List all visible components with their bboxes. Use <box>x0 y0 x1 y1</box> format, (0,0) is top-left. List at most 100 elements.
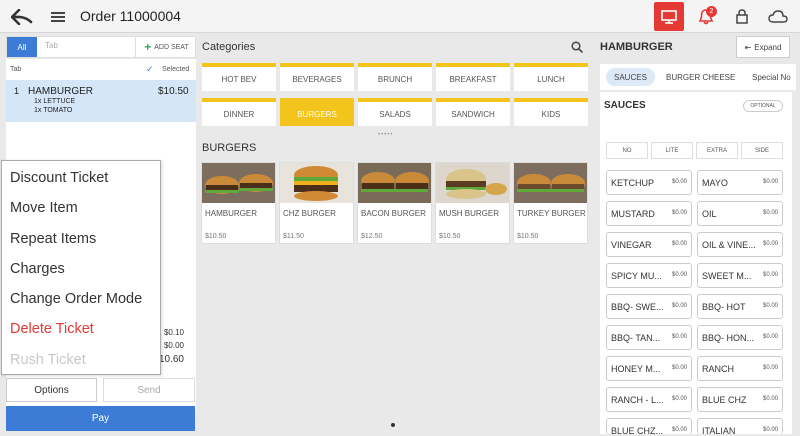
sauce-name: BLUE CHZ <box>702 395 747 405</box>
options-button[interactable]: Options <box>6 378 97 402</box>
expand-icon: ⇤ <box>744 42 752 52</box>
mush-burger-image <box>436 163 509 203</box>
sauce-honey-mustard[interactable]: HONEY M... $0.00 <box>606 356 692 381</box>
mode-extra-button[interactable]: EXTRA <box>696 142 738 159</box>
sauce-italian[interactable]: ITALIAN $0.00 <box>697 418 783 434</box>
sauce-oil[interactable]: OIL $0.00 <box>697 201 783 226</box>
category-brunch[interactable]: BRUNCH <box>358 63 432 91</box>
sauce-price: $0.00 <box>762 365 778 371</box>
category-beverages[interactable]: BEVERAGES <box>280 63 354 91</box>
delete-ticket-menu-item[interactable]: Delete Ticket <box>10 321 94 337</box>
discount-ticket-menu-item[interactable]: Discount Ticket <box>10 170 108 186</box>
ticket-item-row[interactable]: 1 HAMBURGER $10.50 1x LETTUCE 1x TOMATO <box>6 80 196 122</box>
display-icon <box>661 9 677 24</box>
product-hamburger[interactable]: HAMBURGER $10.50 <box>201 162 276 244</box>
sauce-name: SWEET M... <box>702 271 752 281</box>
sauce-price: $0.00 <box>671 365 687 371</box>
notifications-button[interactable]: 2 <box>692 0 720 33</box>
sauce-vinegar[interactable]: VINEGAR $0.00 <box>606 232 692 257</box>
tab-sauces[interactable]: SAUCES <box>606 68 655 86</box>
tab-name-input[interactable]: Tab <box>45 41 58 50</box>
sauce-price: $0.00 <box>762 272 778 278</box>
order-title: Order 11000004 <box>80 8 181 24</box>
category-salads[interactable]: SALADS <box>358 98 432 126</box>
item-qty: 1 <box>14 86 20 96</box>
menu-panel: Categories HOT BEV BEVERAGES BRUNCH BREA… <box>198 36 590 434</box>
category-hot-bev[interactable]: HOT BEV <box>202 63 276 91</box>
sauce-price: $0.00 <box>762 210 778 216</box>
category-lunch[interactable]: LUNCH <box>514 63 588 91</box>
expand-label: Expand <box>754 42 782 52</box>
sauce-price: $0.00 <box>671 241 687 247</box>
sauce-name: BBQ- TAN... <box>611 333 661 343</box>
search-icon[interactable] <box>571 40 585 54</box>
product-bacon-burger[interactable]: BACON BURGER $12.50 <box>357 162 432 244</box>
charges-menu-item[interactable]: Charges <box>10 261 65 277</box>
pay-button[interactable]: Pay <box>6 406 195 431</box>
chz-burger-image <box>280 163 353 203</box>
product-price: $12.50 <box>361 233 383 240</box>
product-mush-burger[interactable]: MUSH BURGER $10.50 <box>435 162 510 244</box>
sauce-ketchup[interactable]: KETCHUP $0.00 <box>606 170 692 195</box>
mode-side-button[interactable]: SIDE <box>741 142 783 159</box>
hamburger-menu-icon[interactable] <box>48 0 68 33</box>
category-page-dots[interactable]: ••••• <box>378 132 394 138</box>
back-arrow-icon[interactable] <box>8 0 36 33</box>
cloud-icon[interactable] <box>766 0 790 33</box>
category-sandwich[interactable]: SANDWICH <box>436 98 510 126</box>
sauce-bbq-honey[interactable]: BBQ- HON... $0.00 <box>697 325 783 350</box>
bacon-burger-image <box>358 163 431 203</box>
expand-button[interactable]: ⇤ Expand <box>736 36 790 58</box>
sauce-price: $0.00 <box>762 179 778 185</box>
send-button[interactable]: Send <box>103 378 195 402</box>
sauce-bbq-tangy[interactable]: BBQ- TAN... $0.00 <box>606 325 692 350</box>
sauce-price: $0.00 <box>671 334 687 340</box>
lock-icon[interactable] <box>732 0 752 33</box>
top-bar: Order 11000004 2 <box>0 0 800 33</box>
sauce-spicy-mustard[interactable]: SPICY MU... $0.00 <box>606 263 692 288</box>
product-turkey-burger[interactable]: TURKEY BURGER $10.50 <box>513 162 588 244</box>
mode-no-button[interactable]: NO <box>606 142 648 159</box>
optional-badge: OPTIONAL <box>743 100 783 112</box>
sauce-name: MUSTARD <box>611 209 655 219</box>
sauce-mayo[interactable]: MAYO $0.00 <box>697 170 783 195</box>
repeat-items-menu-item[interactable]: Repeat Items <box>10 231 96 247</box>
category-dinner[interactable]: DINNER <box>202 98 276 126</box>
sauce-blue-chz[interactable]: BLUE CHZ $0.00 <box>697 387 783 412</box>
move-item-menu-item[interactable]: Move Item <box>10 200 78 216</box>
modifier-panel: HAMBURGER ⇤ Expand SAUCES BURGER CHEESE S… <box>596 34 796 434</box>
sauce-bbq-hot[interactable]: BBQ- HOT $0.00 <box>697 294 783 319</box>
sauce-price: $0.00 <box>671 396 687 402</box>
sauce-mustard[interactable]: MUSTARD $0.00 <box>606 201 692 226</box>
mode-lite-button[interactable]: LITE <box>651 142 693 159</box>
change-order-mode-menu-item[interactable]: Change Order Mode <box>10 291 142 307</box>
sauce-name: BBQ- SWE... <box>611 302 664 312</box>
sauce-oil-vinegar[interactable]: OIL & VINE... $0.00 <box>697 232 783 257</box>
sauce-name: BBQ- HOT <box>702 302 746 312</box>
ticket-tab-header: Tab ✓ Selected <box>6 64 196 77</box>
modifier-item-title: HAMBURGER <box>600 41 673 53</box>
sauce-sweet-mustard[interactable]: SWEET M... $0.00 <box>697 263 783 288</box>
sauce-name: OIL <box>702 209 717 219</box>
all-seats-button[interactable]: All <box>7 37 37 57</box>
display-button[interactable] <box>654 2 684 31</box>
item-name: HAMBURGER <box>28 86 94 97</box>
sauce-price: $0.00 <box>762 303 778 309</box>
sauce-name: MAYO <box>702 178 728 188</box>
category-kids[interactable]: KIDS <box>514 98 588 126</box>
sauce-price: $0.00 <box>671 210 687 216</box>
product-chz-burger[interactable]: CHZ BURGER $11.50 <box>279 162 354 244</box>
sauce-bbq-sweet[interactable]: BBQ- SWE... $0.00 <box>606 294 692 319</box>
sauce-blue-chz-2[interactable]: BLUE CHZ... $0.00 <box>606 418 692 434</box>
tab-burger-cheese[interactable]: BURGER CHEESE <box>666 68 735 86</box>
add-seat-button[interactable]: + ADD SEAT <box>135 37 197 57</box>
sauce-price: $0.00 <box>762 241 778 247</box>
sauce-price: $0.00 <box>671 179 687 185</box>
product-price: $10.50 <box>517 233 539 240</box>
category-breakfast[interactable]: BREAKFAST <box>436 63 510 91</box>
sauce-ranch[interactable]: RANCH $0.00 <box>697 356 783 381</box>
selected-label[interactable]: Selected <box>162 66 189 73</box>
sauce-ranch-lite[interactable]: RANCH - L... $0.00 <box>606 387 692 412</box>
tab-special-no[interactable]: Special No <box>752 68 791 86</box>
category-burgers[interactable]: BURGERS <box>280 98 354 126</box>
